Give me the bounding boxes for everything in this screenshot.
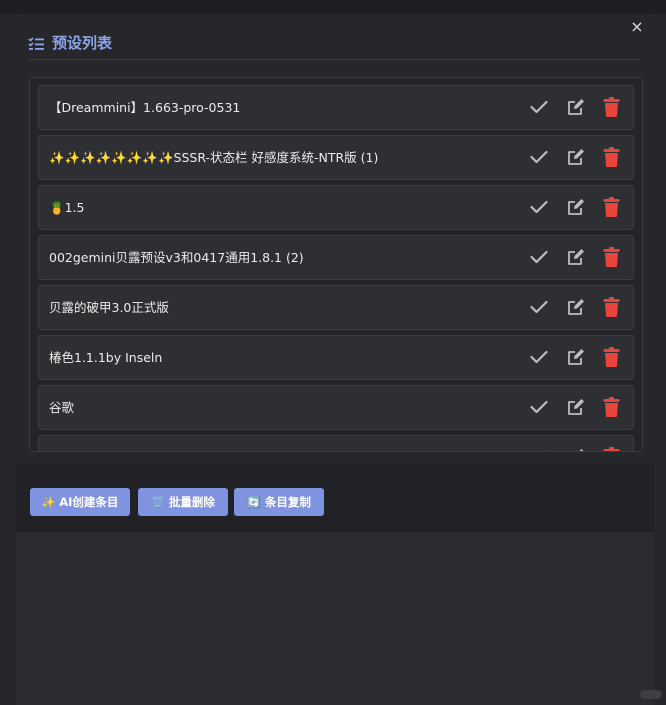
- dialog-footer: ✨ AI创建条目 🗑️ 批量删除 🔄 条目复制: [16, 464, 654, 532]
- preset-name: 贝露的破甲3.0正式版: [49, 300, 169, 315]
- preset-item[interactable]: 🍍1.5: [38, 185, 634, 230]
- edit-icon[interactable]: [565, 246, 585, 268]
- list-checks-icon: [28, 36, 44, 50]
- corner-badge: [640, 690, 662, 699]
- wastebasket-icon: 🗑️: [151, 495, 165, 509]
- check-icon[interactable]: [529, 246, 549, 268]
- check-icon[interactable]: [529, 96, 549, 118]
- dialog-header: 预设列表: [28, 26, 640, 60]
- ai-create-entry-label: AI创建条目: [59, 495, 119, 509]
- dialog-title: 预设列表: [52, 34, 113, 52]
- batch-delete-button[interactable]: 🗑️ 批量删除: [138, 488, 228, 516]
- trash-icon[interactable]: [601, 396, 621, 418]
- trash-icon[interactable]: [601, 346, 621, 368]
- preset-item[interactable]: 【Dreammini】1.663-pro-0531: [38, 85, 634, 130]
- batch-delete-label: 批量删除: [168, 495, 215, 509]
- preset-actions: [529, 346, 621, 368]
- trash-icon[interactable]: [601, 246, 621, 268]
- ai-create-entry-button[interactable]: ✨ AI创建条目: [30, 488, 130, 516]
- edit-icon[interactable]: [565, 346, 585, 368]
- trash-icon[interactable]: [601, 146, 621, 168]
- check-icon[interactable]: [529, 196, 549, 218]
- check-icon[interactable]: [529, 146, 549, 168]
- preset-item[interactable]: 贝露的破甲3.0正式版: [38, 285, 634, 330]
- preset-item[interactable]: [38, 435, 634, 451]
- preset-item[interactable]: 谷歌: [38, 385, 634, 430]
- check-icon[interactable]: [529, 396, 549, 418]
- preset-actions: [529, 296, 621, 318]
- edit-icon[interactable]: [565, 446, 585, 451]
- trash-icon[interactable]: [601, 296, 621, 318]
- preset-actions: [529, 446, 621, 451]
- preset-name: 椿色1.1.1by Inseln: [49, 350, 163, 365]
- preset-item[interactable]: 002gemini贝露预设v3和0417通用1.8.1 (2): [38, 235, 634, 280]
- preset-name: 002gemini贝露预设v3和0417通用1.8.1 (2): [49, 250, 304, 265]
- top-strip: [0, 0, 666, 14]
- preset-actions: [529, 196, 621, 218]
- right-backdrop: [654, 14, 666, 705]
- edit-icon[interactable]: [565, 296, 585, 318]
- sparkles-icon: ✨: [41, 495, 56, 509]
- edit-icon[interactable]: [565, 146, 585, 168]
- preset-actions: [529, 96, 621, 118]
- preset-actions: [529, 246, 621, 268]
- trash-icon[interactable]: [601, 96, 621, 118]
- trash-icon[interactable]: [601, 196, 621, 218]
- copy-entry-button[interactable]: 🔄 条目复制: [234, 488, 324, 516]
- edit-icon[interactable]: [565, 96, 585, 118]
- preset-name: 【Dreammini】1.663-pro-0531: [49, 100, 241, 115]
- left-backdrop: [0, 14, 16, 705]
- trash-icon[interactable]: [601, 446, 621, 451]
- preset-name: 谷歌: [49, 400, 75, 415]
- preset-actions: [529, 146, 621, 168]
- check-icon[interactable]: [529, 346, 549, 368]
- preset-list[interactable]: 【Dreammini】1.663-pro-0531 ✨✨✨✨✨✨✨✨SSSR-状态…: [29, 77, 643, 452]
- preset-item[interactable]: 椿色1.1.1by Inseln: [38, 335, 634, 380]
- check-icon[interactable]: [529, 446, 549, 451]
- edit-icon[interactable]: [565, 396, 585, 418]
- refresh-icon: 🔄: [247, 495, 261, 509]
- edit-icon[interactable]: [565, 196, 585, 218]
- preset-name: ✨✨✨✨✨✨✨✨SSSR-状态栏 好感度系统-NTR版 (1): [49, 150, 379, 165]
- preset-list-dialog: × 预设列表 【Dreammini】1.663-pro-0531 ✨✨✨✨✨✨✨✨…: [16, 14, 654, 532]
- preset-actions: [529, 396, 621, 418]
- preset-list-scroll[interactable]: 【Dreammini】1.663-pro-0531 ✨✨✨✨✨✨✨✨SSSR-状态…: [30, 78, 642, 451]
- copy-entry-label: 条目复制: [264, 495, 311, 509]
- preset-name: 🍍1.5: [49, 200, 85, 215]
- preset-item[interactable]: ✨✨✨✨✨✨✨✨SSSR-状态栏 好感度系统-NTR版 (1): [38, 135, 634, 180]
- check-icon[interactable]: [529, 296, 549, 318]
